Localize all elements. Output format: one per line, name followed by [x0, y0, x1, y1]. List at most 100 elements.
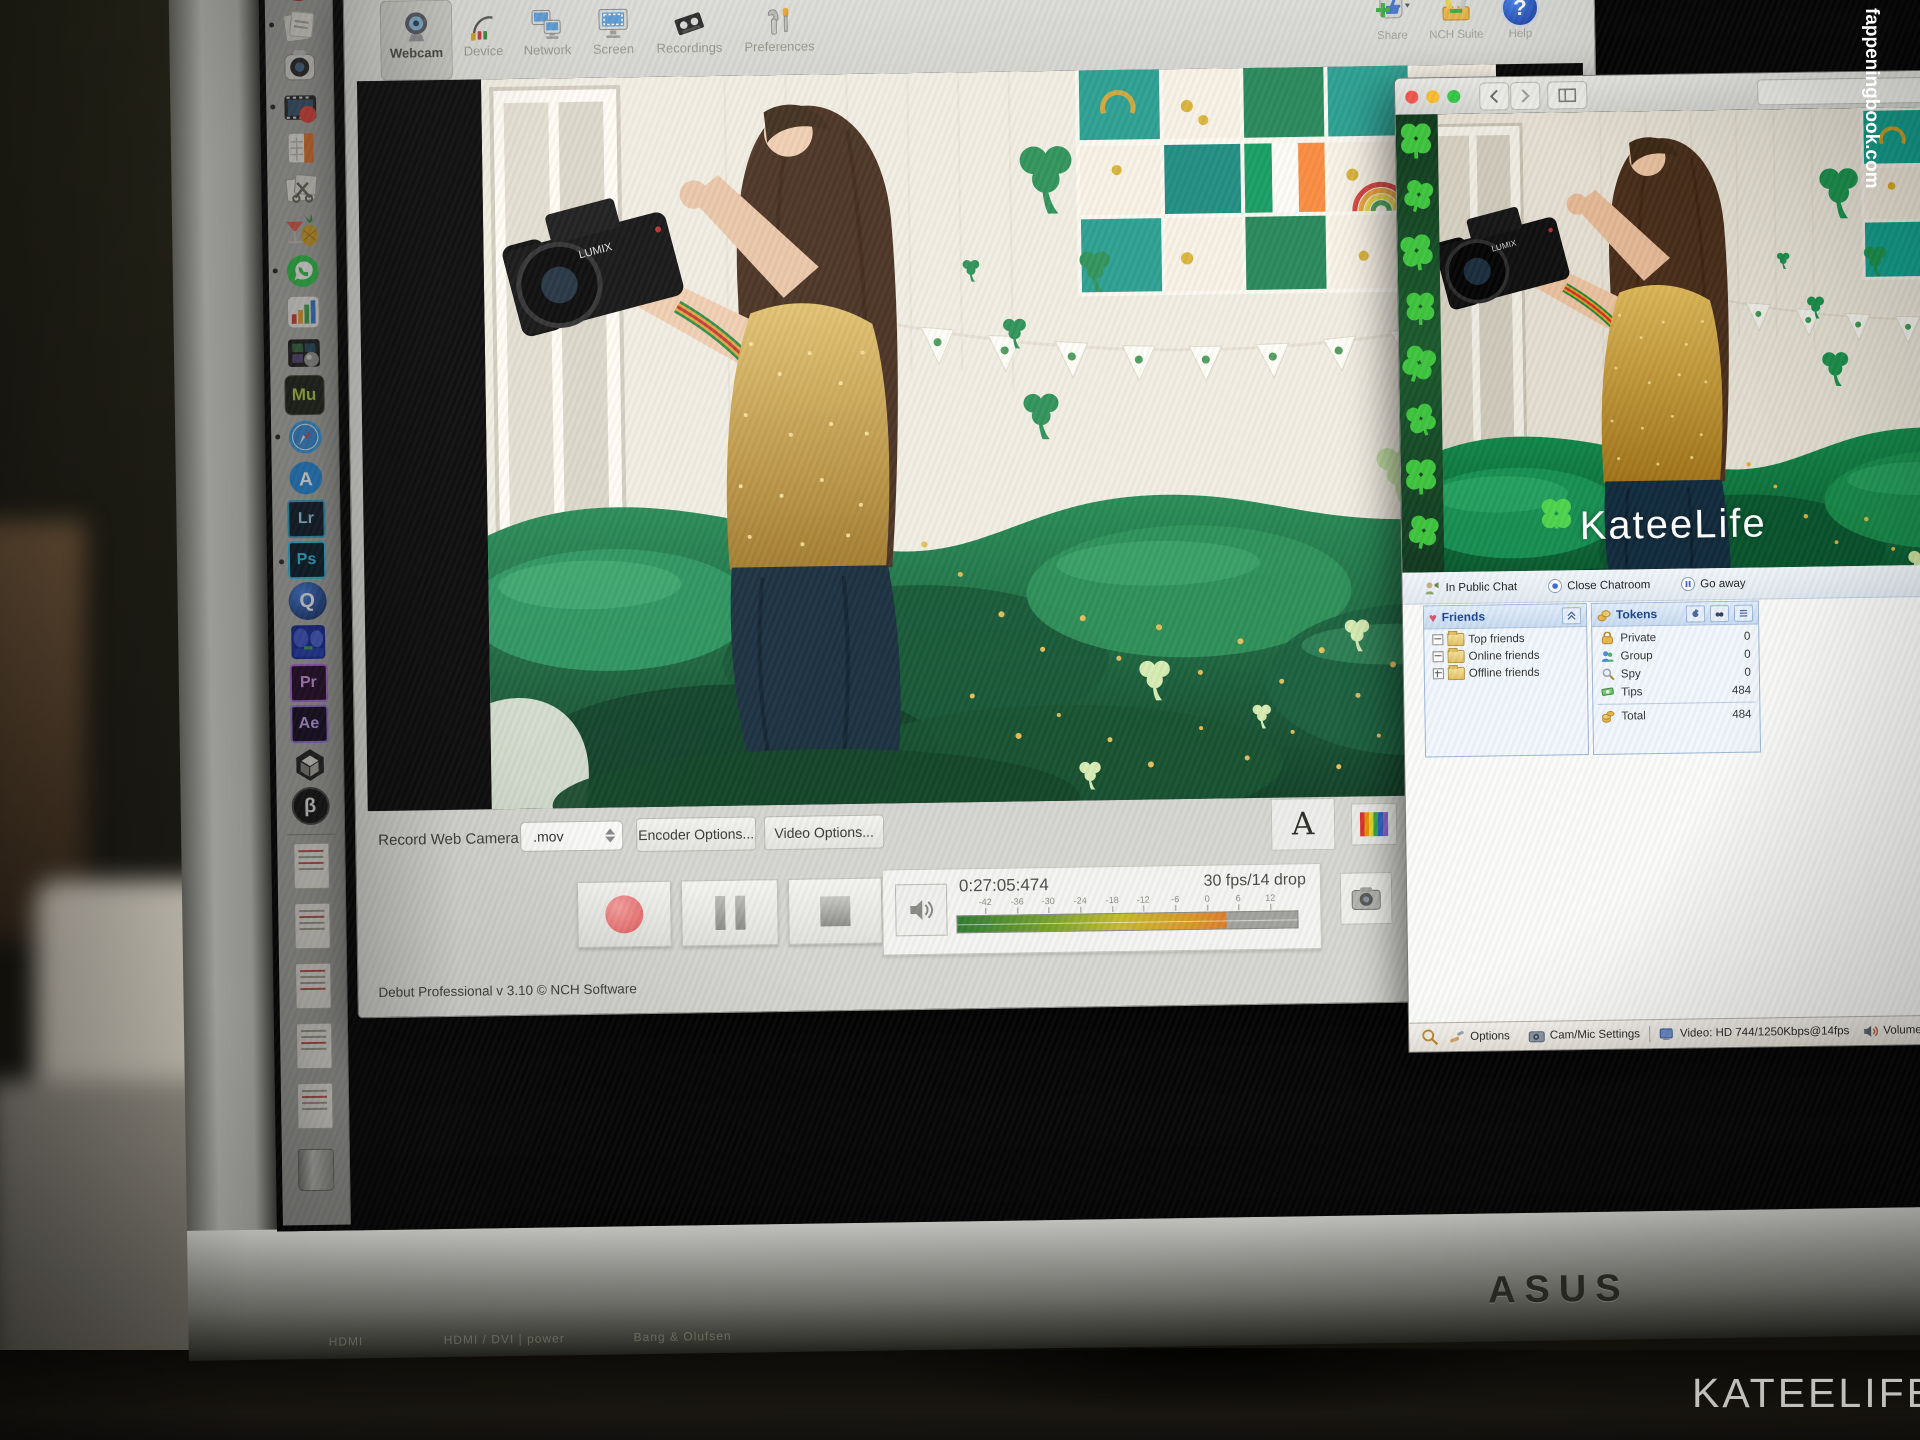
- collapse-node-icon[interactable]: [1432, 634, 1443, 645]
- in-public-chat-button[interactable]: In Public Chat: [1424, 580, 1517, 595]
- record-as-label: Record Web Camera as:: [378, 830, 543, 849]
- lock-icon: [1600, 632, 1614, 645]
- dock-icon-debut-recorder[interactable]: [281, 88, 320, 127]
- snapshot-button[interactable]: [1340, 872, 1393, 925]
- monitor: ASUS HDMI HDMI / DVI | power Bang & Oluf…: [168, 0, 1920, 1401]
- tab-network[interactable]: Network: [516, 0, 579, 77]
- dock-icon-red-app[interactable]: [279, 0, 318, 3]
- token-row-spy: Spy 0: [1601, 666, 1751, 681]
- bezel-label-hdmi: HDMI: [329, 1334, 364, 1349]
- go-away-pause-icon: [1680, 576, 1695, 591]
- select-chevrons-icon: [605, 826, 615, 844]
- speaker-mute-button[interactable]: [895, 884, 948, 937]
- collapse-node-icon[interactable]: [1433, 651, 1444, 662]
- video-quality-status[interactable]: Video: HD 744/1250Kbps@14fps: [1659, 1025, 1850, 1041]
- encoder-options-button[interactable]: Encoder Options...: [636, 816, 756, 852]
- dock-icon-photoshop[interactable]: Ps: [287, 541, 326, 580]
- minimize-window-button[interactable]: [1426, 90, 1439, 103]
- text-overlay-button[interactable]: A: [1271, 798, 1336, 851]
- stop-button[interactable]: [788, 878, 883, 945]
- dock-icon-app-store[interactable]: A: [286, 459, 325, 498]
- dock-icon-premiere[interactable]: Pr: [289, 664, 328, 703]
- friends-group-online[interactable]: Online friends: [1433, 648, 1587, 663]
- zoom-search-icon[interactable]: [1421, 1028, 1439, 1046]
- dock-icon-beta-app[interactable]: β: [291, 787, 330, 826]
- av-cable-icon: [456, 0, 511, 44]
- lightroom-glyph: Lr: [298, 510, 314, 528]
- heart-icon: ♥: [1429, 610, 1437, 625]
- dock-icon-lightroom[interactable]: Lr: [287, 500, 326, 539]
- dock-icon-calculator[interactable]: [281, 129, 320, 168]
- dock-icon-usage-chart[interactable]: [284, 293, 323, 332]
- list-icon: [1739, 608, 1748, 617]
- dock-icon-document[interactable]: [296, 1083, 333, 1130]
- dock-icon-safari[interactable]: [285, 418, 324, 457]
- help-question-icon: ?: [1490, 0, 1551, 28]
- beta-glyph: β: [304, 794, 317, 817]
- dock-icon-trash[interactable]: [297, 1149, 334, 1192]
- dock-icon-notes[interactable]: [279, 6, 318, 45]
- expand-node-icon[interactable]: [1433, 668, 1444, 679]
- back-button[interactable]: [1479, 82, 1509, 110]
- screen-capture-icon: [584, 0, 643, 42]
- options-button[interactable]: Options: [1449, 1029, 1510, 1044]
- collapse-friends-button[interactable]: [1562, 607, 1581, 624]
- tab-recordings[interactable]: Recordings: [649, 0, 730, 75]
- dock-icon-blue-media-app[interactable]: [288, 623, 327, 662]
- close-chatroom-button[interactable]: Close Chatroom: [1547, 577, 1650, 594]
- forward-button[interactable]: [1510, 82, 1540, 110]
- aftereffects-glyph: Ae: [299, 715, 320, 733]
- svg-text:A: A: [298, 469, 312, 490]
- dock-icon-cocktail-pineapple[interactable]: [282, 211, 321, 250]
- tab-screen[interactable]: Screen: [584, 0, 643, 76]
- zoom-window-button[interactable]: [1447, 90, 1460, 103]
- folder-icon: [1448, 650, 1465, 663]
- tab-device[interactable]: Device: [456, 0, 511, 78]
- token-row-private: Private 0: [1600, 630, 1750, 645]
- tab-webcam[interactable]: Webcam: [380, 0, 453, 81]
- token-row-total: Total 484: [1601, 708, 1751, 723]
- dock-icon-document[interactable]: [295, 963, 332, 1010]
- record-button[interactable]: [577, 881, 672, 948]
- nch-suite-button[interactable]: NCH Suite: [1416, 0, 1497, 42]
- dock-icon-muse[interactable]: Mu: [284, 375, 325, 416]
- cam-mic-settings-button[interactable]: Cam/Mic Settings: [1528, 1028, 1640, 1043]
- sidebar-icon: [1558, 88, 1576, 102]
- site-watermark-vertical: fappeningbook.com: [1860, 8, 1882, 189]
- cam-site-video: KateeLife: [1396, 106, 1920, 572]
- video-options-button[interactable]: Video Options...: [764, 814, 884, 850]
- tokens-panel: Tokens Private 0 Group 0: [1591, 600, 1761, 754]
- dock-icon-document[interactable]: [294, 903, 331, 950]
- dock-icon-video-editor[interactable]: [284, 334, 323, 373]
- dock-icon-document[interactable]: [295, 1023, 332, 1070]
- format-select[interactable]: .mov: [520, 820, 623, 852]
- dock-icon-camera-viewer[interactable]: [280, 47, 319, 86]
- token-list-button[interactable]: [1734, 604, 1753, 621]
- friends-group-offline[interactable]: Offline friends: [1433, 665, 1587, 680]
- speaker-icon: [906, 895, 936, 925]
- tokens-coins-icon: [1597, 608, 1611, 621]
- dock-icon-unity[interactable]: [290, 746, 329, 785]
- bezel-label-audio: Bang & Olufsen: [634, 1329, 732, 1344]
- dock-icon-quicktime[interactable]: Q: [288, 582, 327, 621]
- tokens-divider: [1597, 702, 1755, 705]
- address-bar[interactable]: [1757, 76, 1920, 105]
- token-row-group: Group 0: [1601, 648, 1751, 663]
- back-chevron-icon: [1489, 89, 1499, 103]
- dock-icon-clipping-tool[interactable]: [282, 170, 321, 209]
- color-settings-button[interactable]: [1351, 803, 1398, 846]
- friends-group-top[interactable]: Top friends: [1432, 631, 1586, 646]
- go-away-button[interactable]: Go away: [1680, 576, 1746, 592]
- dock-icon-document[interactable]: [293, 843, 330, 890]
- close-window-button[interactable]: [1405, 90, 1418, 103]
- pause-button[interactable]: [681, 879, 779, 946]
- search-tokens-button[interactable]: [1710, 604, 1729, 621]
- sidebar-toggle-button[interactable]: [1547, 81, 1587, 110]
- tab-preferences[interactable]: Preferences: [736, 0, 823, 74]
- help-button[interactable]: ? Help: [1490, 0, 1551, 40]
- refresh-icon: [1691, 609, 1700, 618]
- refresh-tokens-button[interactable]: [1686, 605, 1705, 622]
- dock-icon-after-effects[interactable]: Ae: [290, 705, 329, 744]
- volume-control[interactable]: Volume: [1863, 1024, 1920, 1038]
- dock-icon-whatsapp[interactable]: [283, 252, 322, 291]
